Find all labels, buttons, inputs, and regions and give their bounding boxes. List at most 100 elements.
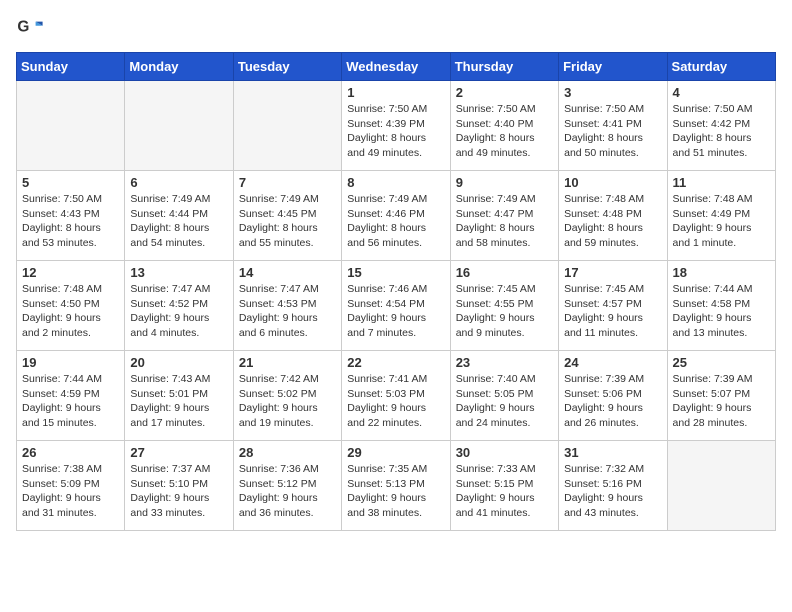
calendar-table: SundayMondayTuesdayWednesdayThursdayFrid… [16, 52, 776, 531]
day-info: Sunrise: 7:45 AM Sunset: 4:57 PM Dayligh… [564, 282, 661, 341]
day-number: 1 [347, 85, 444, 100]
day-info: Sunrise: 7:50 AM Sunset: 4:41 PM Dayligh… [564, 102, 661, 161]
day-info: Sunrise: 7:39 AM Sunset: 5:06 PM Dayligh… [564, 372, 661, 431]
day-info: Sunrise: 7:45 AM Sunset: 4:55 PM Dayligh… [456, 282, 553, 341]
calendar-cell: 1 Sunrise: 7:50 AM Sunset: 4:39 PM Daylig… [342, 81, 450, 171]
day-info: Sunrise: 7:49 AM Sunset: 4:45 PM Dayligh… [239, 192, 336, 251]
calendar-cell: 9 Sunrise: 7:49 AM Sunset: 4:47 PM Daylig… [450, 171, 558, 261]
calendar-cell: 3 Sunrise: 7:50 AM Sunset: 4:41 PM Daylig… [559, 81, 667, 171]
day-number: 19 [22, 355, 119, 370]
calendar-cell: 7 Sunrise: 7:49 AM Sunset: 4:45 PM Daylig… [233, 171, 341, 261]
day-info: Sunrise: 7:40 AM Sunset: 5:05 PM Dayligh… [456, 372, 553, 431]
calendar-cell: 8Sunrise: 7:49 AM Sunset: 4:46 PM Daylig… [342, 171, 450, 261]
day-number: 23 [456, 355, 553, 370]
calendar-cell [17, 81, 125, 171]
calendar-cell: 17 Sunrise: 7:45 AM Sunset: 4:57 PM Dayli… [559, 261, 667, 351]
day-info: Sunrise: 7:48 AM Sunset: 4:49 PM Dayligh… [673, 192, 770, 251]
day-info: Sunrise: 7:43 AM Sunset: 5:01 PM Dayligh… [130, 372, 227, 431]
logo-icon: G [16, 16, 44, 44]
day-number: 18 [673, 265, 770, 280]
day-info: Sunrise: 7:50 AM Sunset: 4:42 PM Dayligh… [673, 102, 770, 161]
day-number: 14 [239, 265, 336, 280]
day-number: 11 [673, 175, 770, 190]
calendar-cell: 23 Sunrise: 7:40 AM Sunset: 5:05 PM Dayli… [450, 351, 558, 441]
weekday-header-monday: Monday [125, 53, 233, 81]
day-number: 9 [456, 175, 553, 190]
day-info: Sunrise: 7:36 AM Sunset: 5:12 PM Dayligh… [239, 462, 336, 521]
day-number: 27 [130, 445, 227, 460]
week-row-2: 5 Sunrise: 7:50 AM Sunset: 4:43 PM Daylig… [17, 171, 776, 261]
day-info: Sunrise: 7:48 AM Sunset: 4:48 PM Dayligh… [564, 192, 661, 251]
page-header: G [16, 16, 776, 44]
day-info: Sunrise: 7:49 AM Sunset: 4:47 PM Dayligh… [456, 192, 553, 251]
day-number: 7 [239, 175, 336, 190]
calendar-cell: 30Sunrise: 7:33 AM Sunset: 5:15 PM Dayli… [450, 441, 558, 531]
calendar-cell: 31 Sunrise: 7:32 AM Sunset: 5:16 PM Dayli… [559, 441, 667, 531]
day-info: Sunrise: 7:49 AM Sunset: 4:44 PM Dayligh… [130, 192, 227, 251]
day-info: Sunrise: 7:48 AM Sunset: 4:50 PM Dayligh… [22, 282, 119, 341]
day-number: 26 [22, 445, 119, 460]
calendar-cell [233, 81, 341, 171]
calendar-cell: 21 Sunrise: 7:42 AM Sunset: 5:02 PM Dayli… [233, 351, 341, 441]
day-info: Sunrise: 7:49 AM Sunset: 4:46 PM Dayligh… [347, 192, 444, 251]
day-number: 28 [239, 445, 336, 460]
day-info: Sunrise: 7:32 AM Sunset: 5:16 PM Dayligh… [564, 462, 661, 521]
day-info: Sunrise: 7:46 AM Sunset: 4:54 PM Dayligh… [347, 282, 444, 341]
day-number: 22 [347, 355, 444, 370]
calendar-cell: 18Sunrise: 7:44 AM Sunset: 4:58 PM Dayli… [667, 261, 775, 351]
calendar-cell: 12Sunrise: 7:48 AM Sunset: 4:50 PM Dayli… [17, 261, 125, 351]
logo: G [16, 16, 48, 44]
day-info: Sunrise: 7:41 AM Sunset: 5:03 PM Dayligh… [347, 372, 444, 431]
calendar-cell [125, 81, 233, 171]
day-info: Sunrise: 7:50 AM Sunset: 4:43 PM Dayligh… [22, 192, 119, 251]
calendar-cell: 6 Sunrise: 7:49 AM Sunset: 4:44 PM Daylig… [125, 171, 233, 261]
calendar-cell: 24 Sunrise: 7:39 AM Sunset: 5:06 PM Dayli… [559, 351, 667, 441]
day-number: 6 [130, 175, 227, 190]
day-number: 3 [564, 85, 661, 100]
week-row-4: 19Sunrise: 7:44 AM Sunset: 4:59 PM Dayli… [17, 351, 776, 441]
day-number: 10 [564, 175, 661, 190]
day-number: 5 [22, 175, 119, 190]
calendar-cell: 28 Sunrise: 7:36 AM Sunset: 5:12 PM Dayli… [233, 441, 341, 531]
weekday-header-friday: Friday [559, 53, 667, 81]
day-info: Sunrise: 7:39 AM Sunset: 5:07 PM Dayligh… [673, 372, 770, 431]
calendar-cell: 26 Sunrise: 7:38 AM Sunset: 5:09 PM Dayli… [17, 441, 125, 531]
day-number: 16 [456, 265, 553, 280]
calendar-cell: 19Sunrise: 7:44 AM Sunset: 4:59 PM Dayli… [17, 351, 125, 441]
day-info: Sunrise: 7:42 AM Sunset: 5:02 PM Dayligh… [239, 372, 336, 431]
calendar-cell: 4 Sunrise: 7:50 AM Sunset: 4:42 PM Daylig… [667, 81, 775, 171]
calendar-cell: 20 Sunrise: 7:43 AM Sunset: 5:01 PM Dayli… [125, 351, 233, 441]
day-number: 13 [130, 265, 227, 280]
day-number: 29 [347, 445, 444, 460]
calendar-cell: 16 Sunrise: 7:45 AM Sunset: 4:55 PM Dayli… [450, 261, 558, 351]
week-row-1: 1 Sunrise: 7:50 AM Sunset: 4:39 PM Daylig… [17, 81, 776, 171]
day-number: 31 [564, 445, 661, 460]
weekday-header-wednesday: Wednesday [342, 53, 450, 81]
calendar-cell: 29 Sunrise: 7:35 AM Sunset: 5:13 PM Dayli… [342, 441, 450, 531]
week-row-5: 26 Sunrise: 7:38 AM Sunset: 5:09 PM Dayli… [17, 441, 776, 531]
weekday-header-thursday: Thursday [450, 53, 558, 81]
day-number: 15 [347, 265, 444, 280]
day-number: 24 [564, 355, 661, 370]
calendar-cell: 27Sunrise: 7:37 AM Sunset: 5:10 PM Dayli… [125, 441, 233, 531]
calendar-cell: 15 Sunrise: 7:46 AM Sunset: 4:54 PM Dayli… [342, 261, 450, 351]
day-info: Sunrise: 7:50 AM Sunset: 4:39 PM Dayligh… [347, 102, 444, 161]
calendar-cell: 2 Sunrise: 7:50 AM Sunset: 4:40 PM Daylig… [450, 81, 558, 171]
day-number: 2 [456, 85, 553, 100]
day-info: Sunrise: 7:47 AM Sunset: 4:53 PM Dayligh… [239, 282, 336, 341]
day-number: 20 [130, 355, 227, 370]
day-info: Sunrise: 7:33 AM Sunset: 5:15 PM Dayligh… [456, 462, 553, 521]
weekday-header-tuesday: Tuesday [233, 53, 341, 81]
day-info: Sunrise: 7:50 AM Sunset: 4:40 PM Dayligh… [456, 102, 553, 161]
day-number: 4 [673, 85, 770, 100]
day-info: Sunrise: 7:47 AM Sunset: 4:52 PM Dayligh… [130, 282, 227, 341]
day-number: 17 [564, 265, 661, 280]
day-number: 21 [239, 355, 336, 370]
svg-text:G: G [17, 18, 29, 35]
day-info: Sunrise: 7:35 AM Sunset: 5:13 PM Dayligh… [347, 462, 444, 521]
calendar-cell: 5 Sunrise: 7:50 AM Sunset: 4:43 PM Daylig… [17, 171, 125, 261]
day-info: Sunrise: 7:38 AM Sunset: 5:09 PM Dayligh… [22, 462, 119, 521]
calendar-cell: 13 Sunrise: 7:47 AM Sunset: 4:52 PM Dayli… [125, 261, 233, 351]
weekday-header-row: SundayMondayTuesdayWednesdayThursdayFrid… [17, 53, 776, 81]
calendar-cell [667, 441, 775, 531]
